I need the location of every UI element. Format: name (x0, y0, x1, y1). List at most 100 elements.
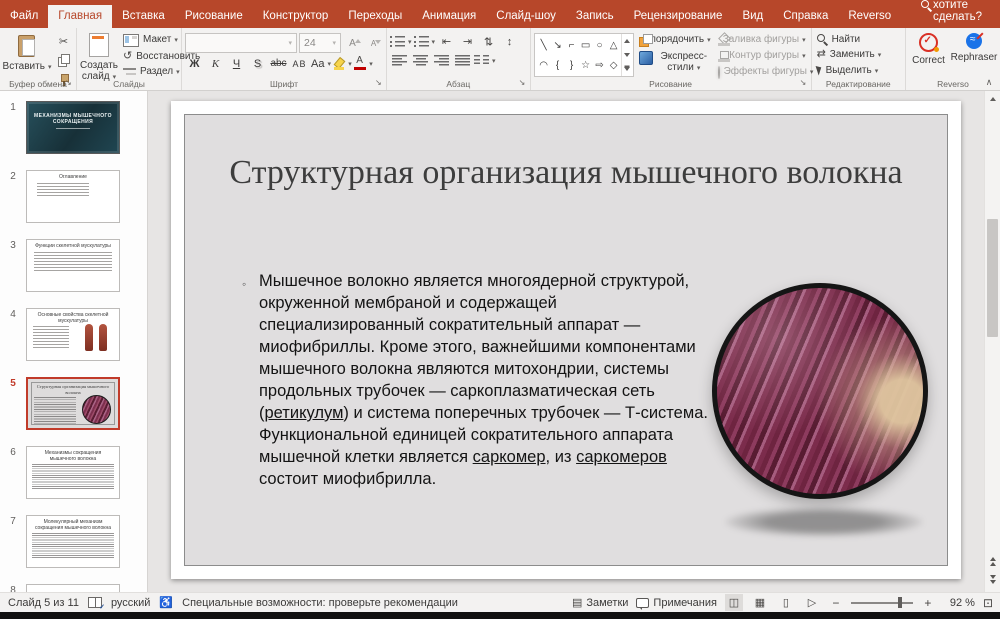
connector-shape-icon[interactable] (565, 35, 579, 55)
block-arrow-shape-icon[interactable] (593, 55, 607, 75)
arc-shape-icon[interactable] (537, 55, 551, 75)
zoom-in-button[interactable] (921, 595, 935, 610)
tab-home[interactable]: Главная (48, 5, 112, 28)
thumbnail-slide-6[interactable]: 6 Механизмы сокращения мышечного волокна (0, 446, 147, 506)
copy-button[interactable] (54, 52, 73, 69)
tab-reverso[interactable]: Reverso (838, 5, 901, 28)
columns-button[interactable] (474, 52, 496, 69)
fit-slide-to-window-button[interactable] (983, 596, 993, 610)
slide-counter[interactable]: Слайд 5 из 11 (8, 597, 79, 609)
reading-view-button[interactable] (777, 594, 795, 611)
italic-button[interactable]: К (206, 55, 225, 72)
select-button[interactable]: Выделить (815, 64, 902, 78)
slide-body-textbox[interactable]: Мышечное волокно является многоядерной с… (259, 270, 709, 490)
increase-indent-button[interactable] (458, 33, 477, 50)
zoom-percentage[interactable]: 92 % (943, 597, 975, 609)
justify-button[interactable] (453, 52, 472, 69)
replace-button[interactable]: Заменить (815, 48, 902, 62)
new-slide-button[interactable]: Создать слайд (80, 31, 118, 83)
thumbnail-slide-1[interactable]: 1 МЕХАНИЗМЫ МЫШЕЧНОГО СОКРАЩЕНИЯ (0, 101, 147, 161)
reverso-correct-button[interactable]: Correct (909, 31, 948, 66)
text-shadow-button[interactable]: S (248, 55, 267, 72)
decrease-indent-button[interactable] (437, 33, 456, 50)
bullets-button[interactable] (390, 33, 412, 50)
accessibility-icon[interactable] (159, 596, 173, 609)
shapes-scroll-down-icon[interactable] (624, 53, 630, 57)
find-button[interactable]: Найти (815, 33, 902, 46)
text-highlight-button[interactable] (333, 55, 352, 72)
tab-insert[interactable]: Вставка (112, 5, 175, 28)
triangle-shape-icon[interactable] (607, 35, 621, 55)
right-brace-shape-icon[interactable] (565, 55, 579, 75)
thumbnail-preview[interactable]: Оглавление (26, 170, 120, 223)
previous-slide-button[interactable] (990, 556, 996, 566)
grow-font-button[interactable] (343, 35, 362, 52)
comments-toggle[interactable]: Примечания (636, 597, 717, 609)
muscle-tissue-image[interactable] (712, 283, 928, 499)
language-indicator[interactable]: русский (111, 597, 150, 609)
thumbnail-slide-3[interactable]: 3 Функции скелетной мускулатуры (0, 239, 147, 299)
font-color-button[interactable] (354, 55, 373, 72)
thumbnail-preview[interactable]: Функции скелетной мускулатуры (26, 239, 120, 292)
shrink-font-button[interactable] (364, 35, 383, 52)
zoom-out-button[interactable] (829, 595, 843, 610)
line-spacing-button[interactable] (500, 33, 519, 50)
line-shape-icon[interactable] (537, 35, 551, 55)
tab-help[interactable]: Справка (773, 5, 838, 28)
thumbnail-slide-7[interactable]: 7 Молекулярный механизм сокращения мышеч… (0, 515, 147, 575)
numbering-button[interactable] (414, 33, 436, 50)
rectangle-shape-icon[interactable] (579, 35, 593, 55)
arrange-button[interactable]: Упорядочить (637, 33, 713, 48)
paste-button[interactable]: Вставить (3, 31, 51, 73)
tab-draw[interactable]: Рисование (175, 5, 253, 28)
spellcheck-icon[interactable] (88, 597, 102, 608)
vertical-scrollbar[interactable] (984, 91, 1000, 547)
tab-record[interactable]: Запись (566, 5, 624, 28)
tab-animations[interactable]: Анимация (412, 5, 486, 28)
tab-review[interactable]: Рецензирование (624, 5, 733, 28)
diamond-shape-icon[interactable] (607, 55, 621, 75)
tab-transitions[interactable]: Переходы (338, 5, 412, 28)
zoom-slider[interactable] (851, 602, 913, 604)
slide-sorter-view-button[interactable] (751, 594, 769, 611)
bold-button[interactable]: Ж (185, 55, 204, 72)
font-name-combo[interactable] (185, 33, 297, 53)
thumbnail-slide-4[interactable]: 4 Основные свойства скелетной мускулатур… (0, 308, 147, 368)
paragraph-dialog-launcher-icon[interactable] (518, 79, 528, 89)
scrollbar-thumb[interactable] (987, 219, 998, 337)
shape-fill-button[interactable]: Заливка фигуры (716, 33, 808, 47)
slideshow-button[interactable] (803, 594, 821, 611)
collapse-ribbon-button[interactable] (983, 77, 995, 88)
tab-design[interactable]: Конструктор (253, 5, 339, 28)
slide-editor[interactable]: Структурная организация мышечного волокн… (171, 101, 961, 579)
thumbnail-preview[interactable]: МЕХАНИЗМЫ МЫШЕЧНОГО СОКРАЩЕНИЯ (26, 101, 120, 154)
shape-effects-button[interactable]: Эффекты фигуры (716, 65, 808, 80)
zoom-slider-thumb[interactable] (898, 597, 902, 608)
reverso-rephraser-button[interactable]: Rephraser (951, 31, 997, 63)
strikethrough-button[interactable]: abc (269, 55, 288, 72)
align-center-button[interactable] (411, 52, 430, 69)
oval-shape-icon[interactable] (593, 35, 607, 55)
thumbnail-preview[interactable]: Молекулярный механизм сокращения мышечно… (26, 515, 120, 568)
next-slide-button[interactable] (990, 574, 996, 584)
font-dialog-launcher-icon[interactable] (374, 79, 384, 89)
tab-view[interactable]: Вид (732, 5, 773, 28)
shapes-gallery[interactable] (534, 33, 634, 77)
drawing-dialog-launcher-icon[interactable] (799, 79, 809, 89)
accessibility-status[interactable]: Специальные возможности: проверьте реком… (182, 597, 458, 609)
align-right-button[interactable] (432, 52, 451, 69)
thumbnail-preview[interactable]: Структурная организация мышечного волокн… (26, 377, 120, 430)
shapes-more-icon[interactable] (624, 67, 630, 71)
cut-button[interactable] (54, 33, 73, 50)
left-brace-shape-icon[interactable] (551, 55, 565, 75)
align-left-button[interactable] (390, 52, 409, 69)
text-direction-button[interactable] (479, 33, 498, 50)
notes-toggle[interactable]: Заметки (572, 596, 628, 609)
scroll-up-button[interactable] (985, 91, 1000, 106)
quick-styles-button[interactable]: Экспресс-стили (637, 50, 713, 75)
slide-title-text[interactable]: Структурная организация мышечного волокн… (221, 151, 911, 194)
normal-view-button[interactable] (725, 594, 743, 611)
shapes-scroll-up-icon[interactable] (624, 39, 630, 43)
font-size-combo[interactable]: 24 (299, 33, 341, 53)
tell-me-search[interactable]: Что вы хотите сделать? (921, 0, 1000, 23)
